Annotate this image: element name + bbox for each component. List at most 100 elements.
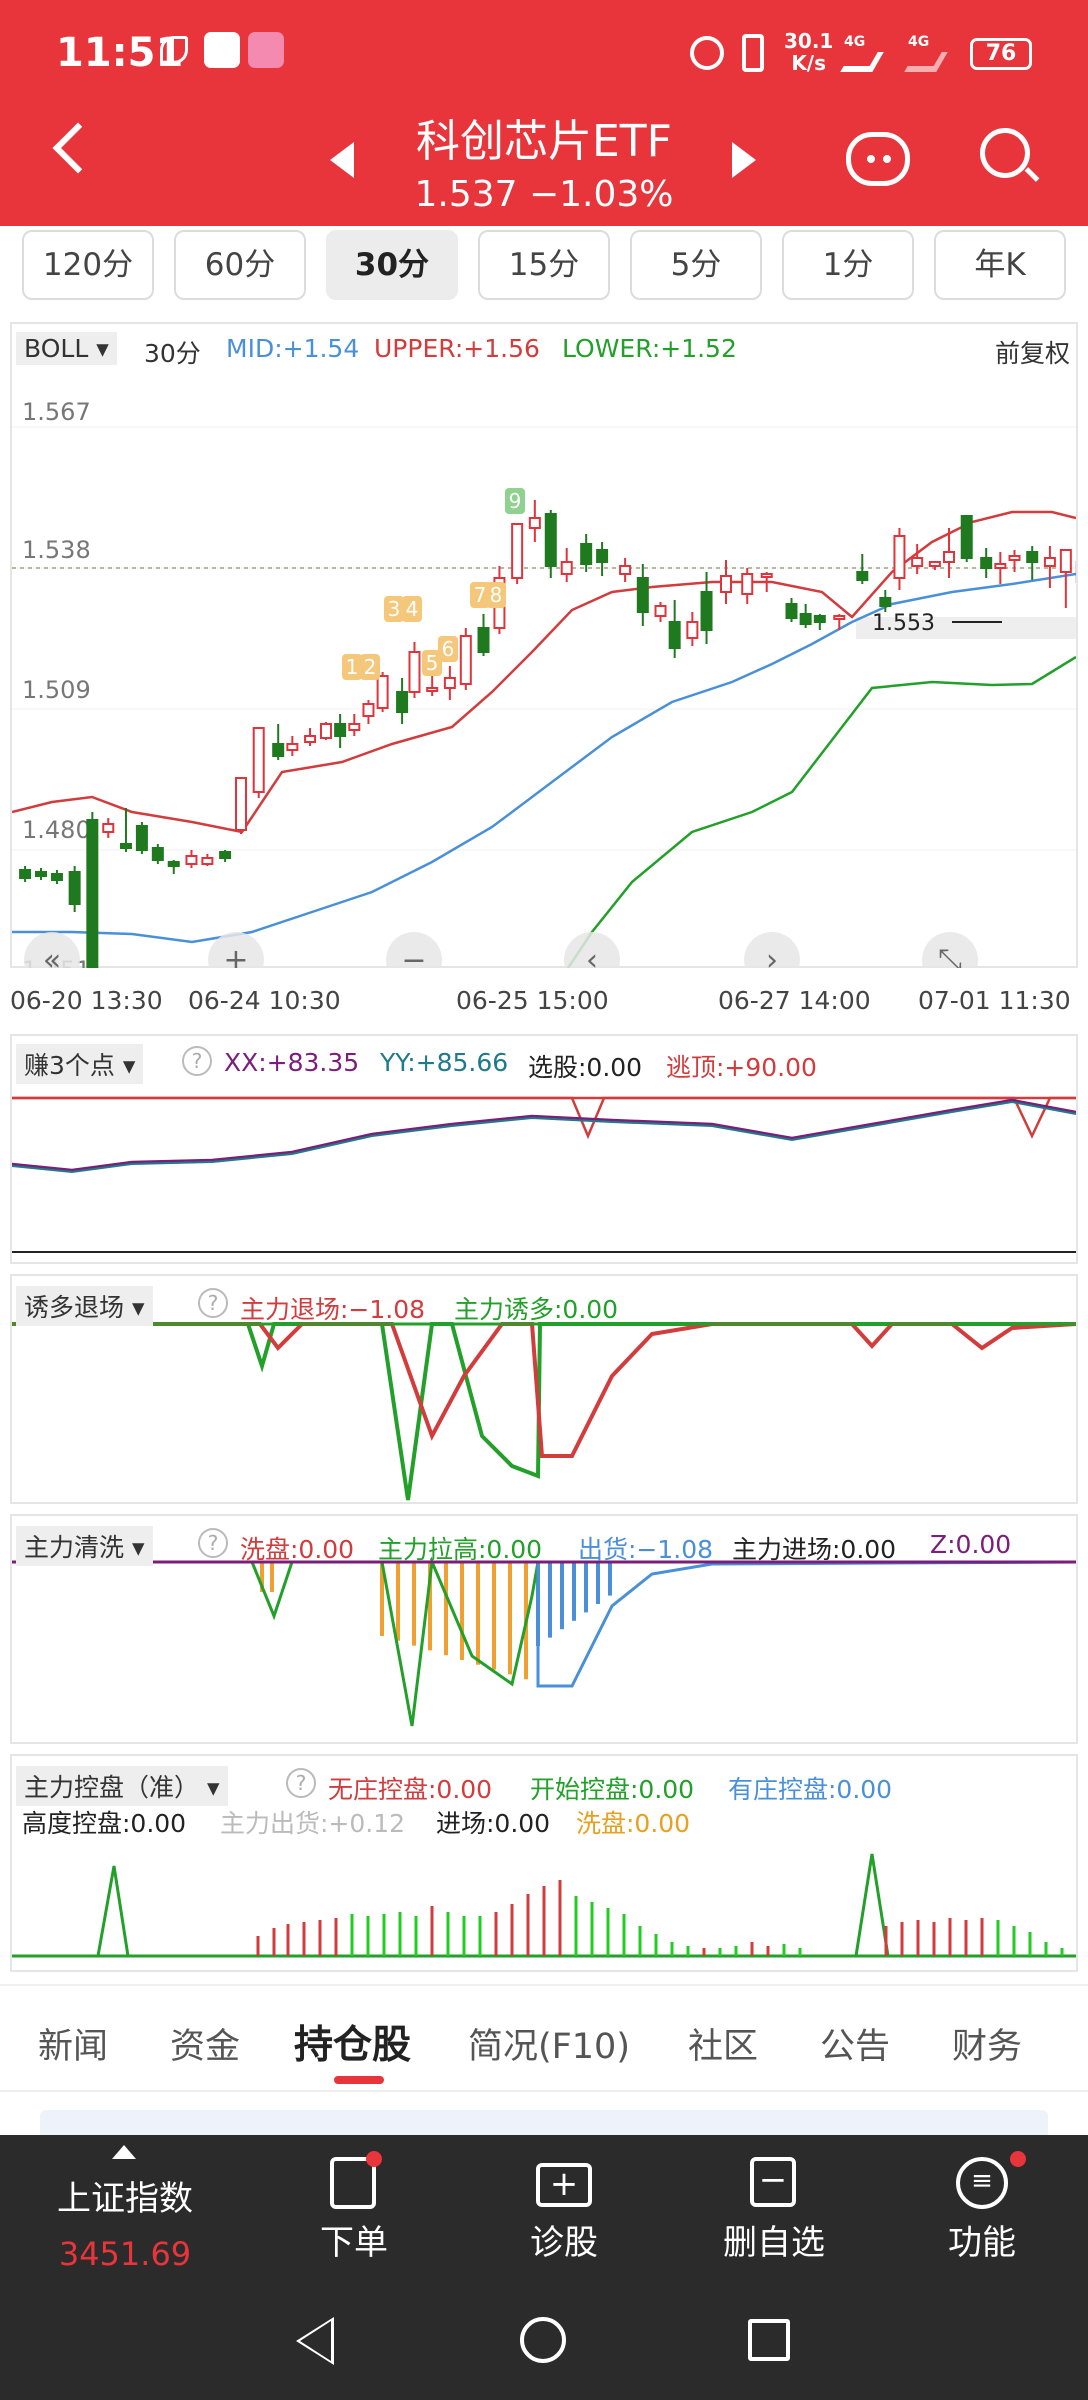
- candle-body: [408, 651, 421, 693]
- signal-1-label: 4G: [844, 34, 866, 50]
- info-tab[interactable]: 社区: [688, 2018, 758, 2069]
- candle-body: [813, 615, 826, 623]
- info-tab[interactable]: 持仓股: [294, 2014, 411, 2070]
- candle-body: [911, 557, 924, 567]
- candle-body: [960, 515, 973, 559]
- signal-2-icon: [904, 52, 948, 72]
- period-tab[interactable]: 60分: [174, 230, 306, 300]
- ind1-chart: [12, 1096, 1076, 1253]
- adjust-mode[interactable]: 前复权: [995, 334, 1070, 370]
- nav-function[interactable]: 功能: [922, 2215, 1042, 2264]
- diagnose-icon[interactable]: +: [536, 2163, 592, 2207]
- ind4-selector[interactable]: 主力控盘（准） ▾: [16, 1766, 228, 1806]
- candle-body: [580, 543, 593, 565]
- app-notification-icon: [160, 36, 188, 64]
- pull-line: [12, 1556, 1076, 1727]
- date-label: 06-20 13:30: [10, 986, 163, 1015]
- help-icon[interactable]: ?: [198, 1288, 228, 1318]
- y-axis-label: 1.567: [22, 398, 91, 426]
- chart-nav-icon: ⤡: [938, 943, 962, 968]
- function-icon[interactable]: ≡: [956, 2157, 1008, 2209]
- boll-lower: LOWER:+1.52: [562, 334, 737, 363]
- order-badge: [366, 2151, 382, 2167]
- signal-2-label: 4G: [908, 34, 930, 50]
- ind4-none: 无庄控盘:0.00: [328, 1775, 493, 1804]
- candle-body: [994, 563, 1007, 569]
- robot-assistant-icon[interactable]: [846, 132, 910, 186]
- period-tab[interactable]: 30分: [326, 230, 458, 300]
- candle-body: [19, 869, 32, 879]
- candle-body: [1008, 555, 1021, 561]
- candle-body: [1059, 549, 1072, 573]
- candle-body: [477, 627, 490, 653]
- chart-nav-icon: ›: [766, 943, 778, 968]
- exit-line: [12, 1322, 1076, 1458]
- battery-icon: 76: [970, 38, 1032, 70]
- info-tab[interactable]: 财务: [952, 2018, 1022, 2069]
- function-badge: [1010, 2151, 1026, 2167]
- candle-body: [304, 735, 317, 743]
- ind2-exit: 主力退场:−1.08: [240, 1295, 426, 1324]
- system-home-icon[interactable]: [520, 2317, 566, 2363]
- alarm-icon: [690, 36, 724, 70]
- signal-marker-label: 4: [406, 597, 419, 621]
- index-name[interactable]: 上证指数: [40, 2171, 210, 2220]
- lure-line: [12, 1322, 1076, 1501]
- candle-body: [376, 675, 389, 709]
- period-tab[interactable]: 15分: [478, 230, 610, 300]
- system-recents-icon[interactable]: [748, 2319, 790, 2361]
- candle-body: [167, 861, 180, 867]
- info-tab[interactable]: 简况(F10): [468, 2018, 630, 2069]
- social-app-icon: [248, 32, 284, 68]
- index-value: 3451.69: [58, 2235, 192, 2273]
- y-axis-label: 1.480: [22, 816, 91, 844]
- period-tab[interactable]: 年K: [934, 230, 1066, 300]
- candle-body: [102, 823, 115, 833]
- period-tab[interactable]: 5分: [630, 230, 762, 300]
- help-icon[interactable]: ?: [182, 1046, 212, 1076]
- nav-order[interactable]: 下单: [294, 2215, 414, 2264]
- xx-line: [12, 1098, 1076, 1172]
- ind3-selector[interactable]: 主力清洗 ▾: [16, 1526, 153, 1566]
- chart-nav-icon: «: [43, 943, 61, 968]
- candle-body: [943, 551, 956, 563]
- remove-favorite-icon[interactable]: −: [750, 2157, 796, 2207]
- kline-chart[interactable]: 1.5671.5381.5091.4801.4519347812561.4561…: [12, 372, 1076, 968]
- candle-body: [833, 615, 846, 620]
- candle-body: [396, 691, 409, 713]
- indicator-panel-2: 诱多退场 ▾ ? 主力退场:−1.08 主力诱多:0.00: [10, 1274, 1078, 1504]
- chart-nav-icon: −: [401, 943, 426, 968]
- y-axis-label: 1.509: [22, 676, 91, 704]
- active-tab-indicator: [334, 2076, 384, 2084]
- period-tab[interactable]: 120分: [22, 230, 154, 300]
- chart-nav-icon: ‹: [586, 943, 598, 968]
- ind4-out: 主力出货:+0.12: [220, 1809, 406, 1838]
- help-icon[interactable]: ?: [198, 1528, 228, 1558]
- candle-body: [700, 591, 713, 631]
- ind2-selector[interactable]: 诱多退场 ▾: [16, 1286, 153, 1326]
- period-tab[interactable]: 1分: [782, 230, 914, 300]
- info-tab[interactable]: 资金: [170, 2018, 240, 2069]
- ind1-selector[interactable]: 赚3个点 ▾: [16, 1044, 144, 1084]
- nav-diagnose[interactable]: 诊股: [504, 2215, 624, 2264]
- help-icon[interactable]: ?: [286, 1768, 316, 1798]
- date-label: 06-25 15:00: [456, 986, 609, 1015]
- search-icon[interactable]: [980, 128, 1030, 178]
- ind3-wash: 洗盘:0.00: [240, 1535, 355, 1564]
- indicator-selector[interactable]: BOLL ▾: [16, 332, 117, 365]
- nav-del-fav[interactable]: 删自选: [712, 2215, 836, 2264]
- ind1-top: 逃顶:+90.00: [666, 1053, 817, 1082]
- signal-marker-label: 5: [426, 651, 439, 675]
- candle-body: [928, 561, 941, 567]
- candle-body: [511, 523, 524, 579]
- candle-body: [686, 621, 699, 639]
- indicator-panel-3: 主力清洗 ▾ ? 洗盘:0.00 主力拉高:0.00 出货:−1.08 主力进场…: [10, 1514, 1078, 1744]
- date-label: 06-27 14:00: [718, 986, 871, 1015]
- candle-body: [636, 577, 649, 613]
- candle-body: [348, 723, 361, 731]
- info-tab[interactable]: 公告: [820, 2018, 890, 2069]
- date-label: 07-01 11:30: [918, 986, 1071, 1015]
- expand-icon[interactable]: [112, 2145, 136, 2159]
- info-tab[interactable]: 新闻: [38, 2018, 108, 2069]
- candle-body: [654, 605, 667, 617]
